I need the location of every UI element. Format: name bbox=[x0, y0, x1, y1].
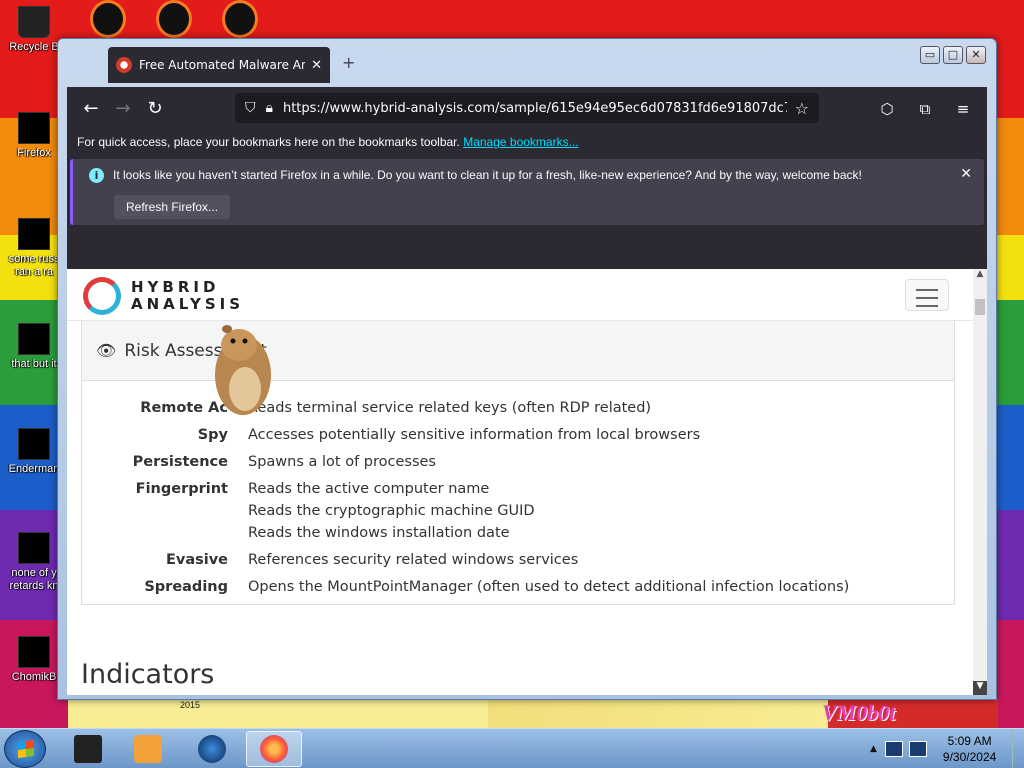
firefox-icon bbox=[260, 735, 288, 763]
taskbar-item-1[interactable] bbox=[60, 731, 116, 767]
show-desktop-button[interactable] bbox=[1012, 729, 1024, 768]
browser-window: ▭ □ ✕ Free Automated Malware Analy ✕ + ←… bbox=[57, 38, 997, 700]
desktop-icon-top-3[interactable] bbox=[222, 0, 258, 38]
reload-button[interactable]: ↻ bbox=[139, 93, 171, 125]
notification-message: It looks like you haven’t started Firefo… bbox=[113, 168, 862, 182]
terminal-icon bbox=[74, 735, 102, 763]
page-content: HYBRID ANALYSIS 👁︎ Risk Assessment Remot… bbox=[67, 269, 973, 695]
risk-row-fingerprint: Fingerprint Reads the active computer na… bbox=[82, 478, 954, 544]
risk-value: Accesses potentially sensitive informati… bbox=[248, 427, 701, 443]
refresh-firefox-button[interactable]: Refresh Firefox... bbox=[114, 195, 231, 219]
volume-icon[interactable] bbox=[908, 741, 927, 757]
scroll-up-arrow-icon[interactable]: ▲ bbox=[973, 269, 987, 283]
refresh-notification: i It looks like you haven’t started Fire… bbox=[70, 159, 984, 225]
bookmarks-hint: For quick access, place your bookmarks h… bbox=[77, 135, 460, 149]
risk-row-spreading: Spreading Opens the MountPointManager (o… bbox=[82, 576, 954, 598]
desktop-icon-top-1[interactable] bbox=[90, 0, 126, 38]
firefox-icon bbox=[18, 112, 50, 144]
tab-title: Free Automated Malware Analy bbox=[139, 58, 306, 72]
file-icon bbox=[18, 532, 50, 564]
risk-row-evasive: Evasive References security related wind… bbox=[82, 549, 954, 571]
windows-logo-icon bbox=[18, 739, 34, 759]
site-header: HYBRID ANALYSIS bbox=[67, 269, 973, 321]
risk-value: Reads the active computer name bbox=[248, 481, 490, 497]
nav-bar: ← → ↻ ⛉ 🔒︎ https://www.hybrid-analysis.c… bbox=[67, 87, 987, 131]
globe-icon bbox=[198, 735, 226, 763]
browser-chrome: ← → ↻ ⛉ 🔒︎ https://www.hybrid-analysis.c… bbox=[67, 87, 987, 269]
risk-value: Reads the windows installation date bbox=[248, 525, 510, 541]
scroll-thumb[interactable] bbox=[975, 299, 985, 315]
risk-key: Evasive bbox=[165, 552, 228, 568]
url-text[interactable]: https://www.hybrid-analysis.com/sample/6… bbox=[283, 101, 787, 116]
taskbar-item-globe[interactable] bbox=[184, 731, 240, 767]
risk-value: Reads the cryptographic machine GUID bbox=[248, 503, 535, 519]
system-tray: ▲ 5:09 AM 9/30/2024 bbox=[864, 729, 1024, 768]
risk-value: Spawns a lot of processes bbox=[248, 454, 436, 470]
favicon-icon bbox=[116, 57, 132, 73]
network-icon[interactable] bbox=[884, 741, 903, 757]
manage-bookmarks-link[interactable]: Manage bookmarks... bbox=[463, 135, 578, 149]
toolbar-right: ⬡ ⧉ ≡ bbox=[871, 93, 979, 125]
indicators-heading: Indicators bbox=[81, 659, 215, 690]
risk-value: References security related windows serv… bbox=[248, 552, 579, 568]
info-icon: i bbox=[89, 168, 104, 183]
back-button[interactable]: ← bbox=[75, 93, 107, 125]
minimize-button[interactable]: ▭ bbox=[920, 46, 940, 64]
file-icon bbox=[18, 428, 50, 460]
bookmarks-toolbar: For quick access, place your bookmarks h… bbox=[67, 131, 987, 153]
clock-date: 9/30/2024 bbox=[942, 750, 997, 764]
wallpaper-logo: VM0b0t bbox=[822, 700, 896, 725]
hamburger-menu-button[interactable] bbox=[905, 279, 949, 311]
media-player-icon bbox=[134, 735, 162, 763]
tab-hybrid-analysis[interactable]: Free Automated Malware Analy ✕ bbox=[108, 47, 330, 83]
close-window-button[interactable]: ✕ bbox=[966, 46, 986, 64]
eye-icon: 👁︎ bbox=[96, 341, 117, 360]
taskbar-item-firefox[interactable] bbox=[246, 731, 302, 767]
tray-expand-icon[interactable]: ▲ bbox=[870, 744, 877, 754]
page-scrollbar[interactable]: ▲ ▼ bbox=[973, 269, 987, 695]
forward-button[interactable]: → bbox=[107, 93, 139, 125]
clock[interactable]: 5:09 AM 9/30/2024 bbox=[943, 733, 996, 765]
url-bar[interactable]: ⛉ 🔒︎ https://www.hybrid-analysis.com/sam… bbox=[235, 93, 819, 123]
lock-icon[interactable]: 🔒︎ bbox=[266, 100, 273, 116]
tab-close-icon[interactable]: ✕ bbox=[311, 58, 322, 73]
window-controls: ▭ □ ✕ bbox=[920, 46, 986, 64]
logo-line-1: HYBRID bbox=[131, 278, 220, 296]
desktop-icon-top-2[interactable] bbox=[156, 0, 192, 38]
file-icon bbox=[18, 323, 50, 355]
risk-key: Fingerprint bbox=[135, 481, 228, 497]
file-icon bbox=[18, 218, 50, 250]
maximize-button[interactable]: □ bbox=[943, 46, 963, 64]
bookmark-star-icon[interactable]: ☆ bbox=[795, 99, 809, 118]
new-tab-button[interactable]: + bbox=[342, 53, 355, 72]
desktop-top-icons bbox=[90, 0, 258, 38]
taskbar: ▲ 5:09 AM 9/30/2024 bbox=[0, 728, 1024, 768]
wallpaper-text: 2015 bbox=[180, 700, 201, 710]
menu-icon[interactable]: ≡ bbox=[947, 93, 979, 125]
taskbar-item-media-player[interactable] bbox=[120, 731, 176, 767]
start-button[interactable] bbox=[4, 730, 46, 768]
risk-key: Persistence bbox=[132, 454, 228, 470]
extensions-icon[interactable]: ⧉ bbox=[909, 93, 941, 125]
risk-row-spyware: Spy Accesses potentially sensitive infor… bbox=[82, 424, 954, 446]
logo-line-2: ANALYSIS bbox=[131, 295, 245, 313]
file-icon bbox=[18, 636, 50, 668]
scroll-down-arrow-icon[interactable]: ▼ bbox=[973, 681, 987, 695]
risk-value-list: Reads the active computer name Reads the… bbox=[248, 478, 535, 544]
shield-icon[interactable]: ⛉ bbox=[245, 100, 256, 116]
hybrid-analysis-logo-icon[interactable] bbox=[83, 277, 121, 315]
risk-table: Remote Ac Reads terminal service related… bbox=[82, 397, 954, 598]
recycle-bin-icon bbox=[18, 6, 50, 38]
risk-key: Spy bbox=[197, 427, 228, 443]
risk-value: Reads terminal service related keys (oft… bbox=[248, 400, 652, 416]
hamster-overlay-icon bbox=[215, 325, 271, 415]
risk-key: Spreading bbox=[144, 579, 228, 595]
pocket-icon[interactable]: ⬡ bbox=[871, 93, 903, 125]
notification-close-icon[interactable]: ✕ bbox=[960, 166, 972, 182]
site-logo-text[interactable]: HYBRID ANALYSIS bbox=[131, 279, 244, 313]
risk-row-persistence: Persistence Spawns a lot of processes bbox=[82, 451, 954, 473]
clock-time: 5:09 AM bbox=[947, 734, 992, 748]
risk-value: Opens the MountPointManager (often used … bbox=[248, 579, 850, 595]
